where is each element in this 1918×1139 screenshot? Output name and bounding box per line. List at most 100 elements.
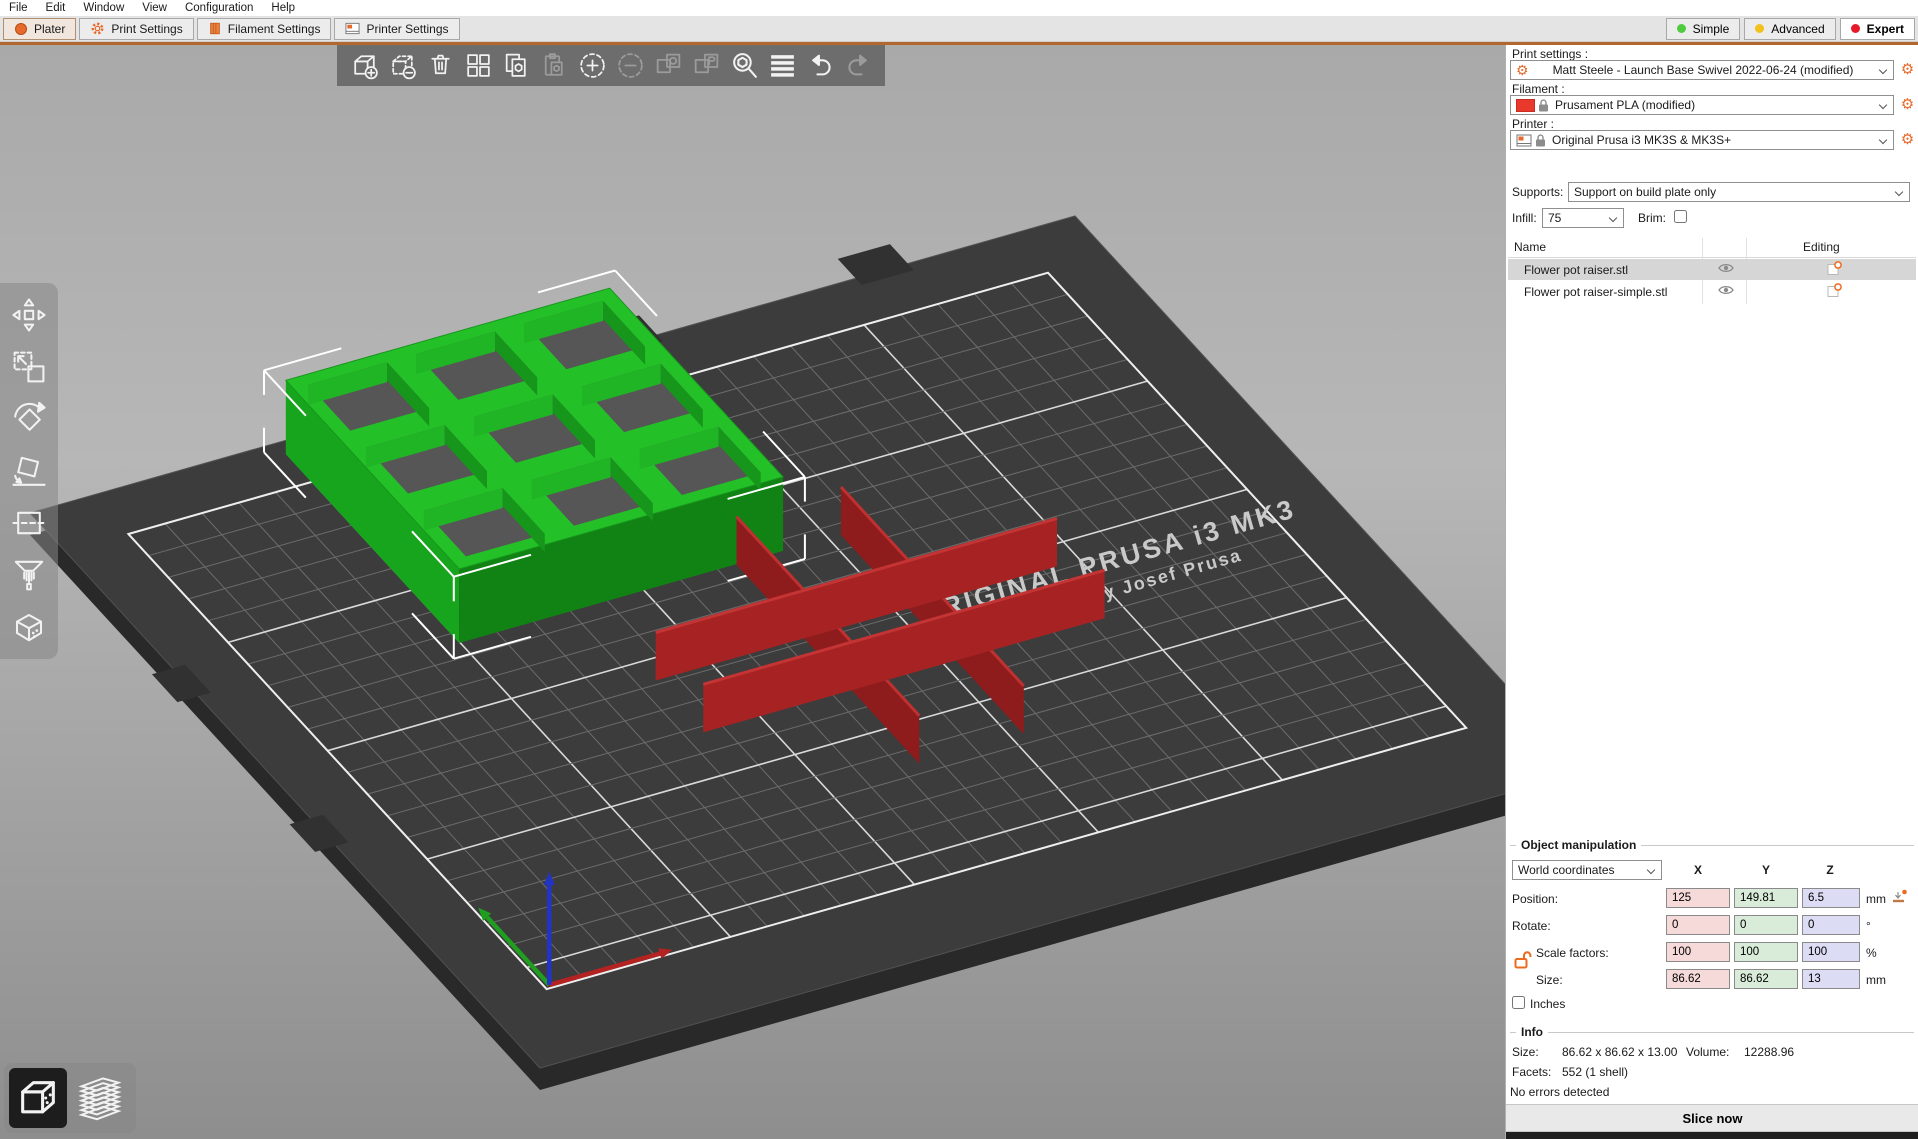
menu-edit[interactable]: Edit	[37, 2, 75, 14]
size-unit: mm	[1866, 973, 1886, 987]
tab-printer-settings-label: Printer Settings	[366, 22, 448, 36]
scene-canvas: ORIGINAL PRUSA i3 MK3by Josef Prusa	[0, 45, 1505, 1139]
paint-supports-gizmo-icon[interactable]	[5, 549, 53, 601]
supports-combo[interactable]: Support on build plate only	[1568, 182, 1910, 202]
tab-printer-settings[interactable]: Printer Settings	[334, 18, 459, 40]
scale-gizmo-icon[interactable]	[5, 341, 53, 393]
search-icon[interactable]	[725, 47, 763, 85]
z-axis-header: Z	[1798, 863, 1862, 877]
gear-icon: ⚙	[1516, 62, 1529, 79]
mode-advanced-button[interactable]: Advanced	[1744, 18, 1835, 40]
add-instance-icon[interactable]	[573, 47, 611, 85]
editing-icon[interactable]	[1824, 283, 1844, 301]
expert-mode-dot-icon	[1851, 24, 1860, 33]
3d-editor-view-icon[interactable]	[9, 1068, 67, 1128]
filament-gear-button[interactable]: ⚙	[1899, 96, 1916, 113]
brim-checkbox[interactable]	[1674, 210, 1687, 223]
infill-combo[interactable]: 75	[1542, 208, 1624, 228]
coordinates-combo[interactable]: World coordinates	[1512, 860, 1662, 880]
filament-value: Prusament PLA (modified)	[1555, 98, 1695, 112]
menu-help[interactable]: Help	[262, 2, 304, 14]
info-volume-value: 12288.96	[1744, 1045, 1794, 1059]
main-toolbar	[337, 45, 885, 86]
tab-filament-settings[interactable]: Filament Settings	[197, 18, 332, 40]
x-axis-header: X	[1666, 863, 1730, 877]
position-z-input[interactable]	[1802, 888, 1860, 908]
chevron-down-icon	[1895, 188, 1903, 196]
menu-file[interactable]: File	[0, 2, 37, 14]
tab-print-settings[interactable]: Print Settings	[79, 18, 193, 40]
printer-combo[interactable]: Original Prusa i3 MK3S & MK3S+	[1510, 130, 1894, 150]
sliced-preview-icon[interactable]	[71, 1068, 129, 1128]
info-size-value: 86.62 x 86.62 x 13.00	[1562, 1045, 1677, 1059]
plater-icon	[14, 22, 28, 36]
remove-instance-icon	[611, 47, 649, 85]
accent-divider	[0, 42, 1918, 45]
filament-combo[interactable]: Prusament PLA (modified)	[1510, 95, 1894, 115]
menu-window[interactable]: Window	[74, 2, 133, 14]
eye-icon[interactable]	[1716, 284, 1736, 299]
slice-now-button[interactable]: Slice now	[1506, 1104, 1918, 1132]
scale-x-input[interactable]	[1666, 942, 1730, 962]
position-y-input[interactable]	[1734, 888, 1798, 908]
drop-to-bed-icon[interactable]	[1891, 889, 1908, 907]
inches-label: Inches	[1530, 997, 1565, 1011]
size-z-input[interactable]	[1802, 969, 1860, 989]
undo-icon[interactable]	[801, 47, 839, 85]
size-y-input[interactable]	[1734, 969, 1798, 989]
arrange-icon[interactable]	[459, 47, 497, 85]
cut-gizmo-icon[interactable]	[5, 497, 53, 549]
object-row-flower-pot-raiser-simple[interactable]: Flower pot raiser-simple.stl	[1508, 281, 1916, 302]
menu-configuration[interactable]: Configuration	[176, 2, 262, 14]
mode-expert-button[interactable]: Expert	[1840, 18, 1915, 40]
tab-plater[interactable]: Plater	[3, 18, 76, 40]
brim-label: Brim:	[1638, 211, 1666, 225]
copy-icon[interactable]	[497, 47, 535, 85]
seam-gizmo-icon[interactable]	[5, 601, 53, 653]
rotate-z-input[interactable]	[1802, 915, 1860, 935]
print-settings-gear-button[interactable]: ⚙	[1899, 61, 1916, 78]
inches-checkbox[interactable]	[1512, 996, 1525, 1009]
print-settings-combo[interactable]: ⚙ Matt Steele - Launch Base Swivel 2022-…	[1510, 60, 1894, 80]
mode-switcher: Simple Advanced Expert	[1662, 18, 1915, 40]
tab-print-settings-label: Print Settings	[111, 22, 182, 36]
rotate-gizmo-icon[interactable]	[5, 393, 53, 445]
position-unit: mm	[1866, 892, 1886, 906]
printer-icon	[345, 22, 360, 35]
supports-value: Support on build plate only	[1574, 185, 1716, 199]
printer-gear-button[interactable]: ⚙	[1899, 131, 1916, 148]
print-settings-label: Print settings :	[1512, 47, 1588, 61]
eye-icon[interactable]	[1716, 262, 1736, 277]
advanced-mode-dot-icon	[1755, 24, 1764, 33]
chevron-down-icon	[1879, 66, 1887, 74]
y-axis-header: Y	[1734, 863, 1798, 877]
tab-filament-settings-label: Filament Settings	[228, 22, 321, 36]
name-column-header: Name	[1514, 240, 1546, 254]
scale-unit: %	[1866, 946, 1877, 960]
scale-y-input[interactable]	[1734, 942, 1798, 962]
3d-viewport[interactable]: ORIGINAL PRUSA i3 MK3by Josef Prusa	[0, 45, 1505, 1139]
object-row-flower-pot-raiser[interactable]: Flower pot raiser.stl	[1508, 259, 1916, 280]
tab-plater-label: Plater	[34, 22, 65, 36]
printer-value: Original Prusa i3 MK3S & MK3S+	[1552, 133, 1731, 147]
variable-layer-height-icon[interactable]	[763, 47, 801, 85]
scale-z-input[interactable]	[1802, 942, 1860, 962]
editing-icon[interactable]	[1824, 261, 1844, 279]
place-on-face-gizmo-icon[interactable]	[5, 445, 53, 497]
add-object-icon[interactable]	[345, 47, 383, 85]
menu-view[interactable]: View	[133, 2, 176, 14]
rotate-y-input[interactable]	[1734, 915, 1798, 935]
rotate-x-input[interactable]	[1666, 915, 1730, 935]
position-x-input[interactable]	[1666, 888, 1730, 908]
size-x-input[interactable]	[1666, 969, 1730, 989]
editing-column-header: Editing	[1803, 240, 1840, 254]
mode-simple-button[interactable]: Simple	[1666, 18, 1741, 40]
size-label: Size:	[1536, 973, 1563, 987]
tab-bar: Plater Print Settings Filament Settings …	[0, 16, 1918, 42]
filament-icon	[208, 21, 222, 36]
scale-lock-icon[interactable]	[1514, 950, 1534, 973]
delete-all-icon[interactable]	[421, 47, 459, 85]
delete-object-icon[interactable]	[383, 47, 421, 85]
move-gizmo-icon[interactable]	[5, 289, 53, 341]
window-bottom-strip	[1506, 1132, 1918, 1139]
